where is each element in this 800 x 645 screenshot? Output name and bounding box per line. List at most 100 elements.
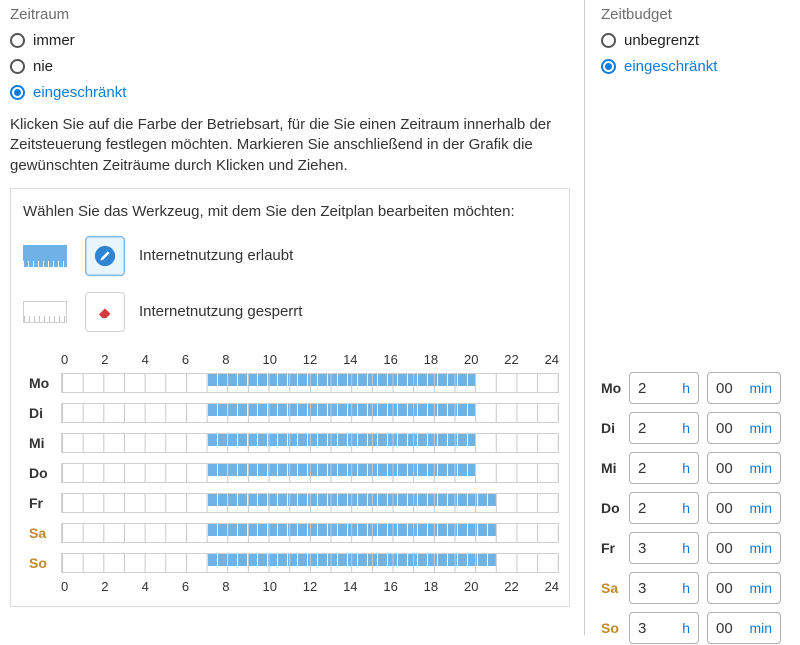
pencil-icon <box>94 245 116 267</box>
budget-mins-So[interactable]: 00min <box>707 612 781 644</box>
axis-tick: 8 <box>222 352 262 367</box>
schedule-bar-Di[interactable] <box>61 403 559 423</box>
budget-row-Sa: Sa3h00min <box>601 571 790 605</box>
axis-tick: 20 <box>464 579 504 594</box>
eraser-icon <box>94 301 116 323</box>
axis-tick: 0 <box>61 352 101 367</box>
budget-mins-value: 00 <box>716 540 749 557</box>
zeitraum-section: Zeitraum immer nie eingeschränkt Klicken… <box>0 0 585 635</box>
schedule-bar-So[interactable] <box>61 553 559 573</box>
axis-tick: 14 <box>343 352 383 367</box>
schedule-row-Mi: Mi <box>29 431 559 455</box>
budget-hours-unit: h <box>682 540 690 556</box>
schedule-day-label: So <box>29 555 61 571</box>
schedule-day-label: Do <box>29 465 61 481</box>
budget-row-Do: Do2h00min <box>601 491 790 525</box>
radio-zeitraum-immer[interactable]: immer <box>10 27 570 53</box>
budget-day-label: Do <box>601 500 629 516</box>
axis-tick: 8 <box>222 579 262 594</box>
schedule-editor-intro: Wählen Sie das Werkzeug, mit dem Sie den… <box>23 203 559 220</box>
schedule-bar-Do[interactable] <box>61 463 559 483</box>
budget-mins-unit: min <box>749 420 772 436</box>
budget-mins-Fr[interactable]: 00min <box>707 532 781 564</box>
budget-hours-Di[interactable]: 2h <box>629 412 699 444</box>
schedule-row-Mo: Mo <box>29 371 559 395</box>
radio-icon <box>601 59 616 74</box>
radio-label: eingeschränkt <box>33 84 126 101</box>
budget-hours-Mo[interactable]: 2h <box>629 372 699 404</box>
axis-tick: 14 <box>343 579 383 594</box>
radio-label: eingeschränkt <box>624 58 717 75</box>
budget-hours-Do[interactable]: 2h <box>629 492 699 524</box>
budget-mins-Mi[interactable]: 00min <box>707 452 781 484</box>
axis-tick: 22 <box>504 579 544 594</box>
budget-row-So: So3h00min <box>601 611 790 645</box>
schedule-day-label: Mo <box>29 375 61 391</box>
schedule-fill <box>207 524 496 542</box>
budget-row-Fr: Fr3h00min <box>601 531 790 565</box>
schedule-row-Di: Di <box>29 401 559 425</box>
schedule-grid-body: Mo Di Mi Do Fr Sa So <box>29 371 559 575</box>
budget-day-label: Fr <box>601 540 629 556</box>
budget-hours-value: 3 <box>638 620 682 637</box>
axis-tick: 16 <box>383 352 423 367</box>
schedule-bar-Mi[interactable] <box>61 433 559 453</box>
budget-mins-value: 00 <box>716 460 749 477</box>
radio-zeitraum-eingeschraenkt[interactable]: eingeschränkt <box>10 79 570 105</box>
axis-tick: 18 <box>424 352 464 367</box>
budget-hours-Fr[interactable]: 3h <box>629 532 699 564</box>
budget-row-Di: Di2h00min <box>601 411 790 445</box>
radio-icon <box>10 85 25 100</box>
tool-row-allow: Internetnutzung erlaubt <box>23 236 559 276</box>
schedule-bar-Sa[interactable] <box>61 523 559 543</box>
radio-label: immer <box>33 32 75 49</box>
budget-mins-unit: min <box>749 540 772 556</box>
budget-hours-unit: h <box>682 460 690 476</box>
tool-eraser-button[interactable] <box>85 292 125 332</box>
schedule-fill <box>207 554 496 572</box>
budget-mins-Do[interactable]: 00min <box>707 492 781 524</box>
schedule-grid: 024681012141618202224 MoDiMiDoFrSaSo 024… <box>23 352 559 594</box>
axis-tick: 24 <box>545 579 559 594</box>
axis-tick: 2 <box>101 352 141 367</box>
budget-hours-value: 2 <box>638 420 682 437</box>
schedule-axis-bottom: 024681012141618202224 <box>29 579 559 594</box>
budget-hours-value: 3 <box>638 580 682 597</box>
budget-hours-Sa[interactable]: 3h <box>629 572 699 604</box>
budget-mins-value: 00 <box>716 580 749 597</box>
radio-zeitbudget-eingeschraenkt[interactable]: eingeschränkt <box>601 53 790 79</box>
radio-zeitraum-nie[interactable]: nie <box>10 53 570 79</box>
budget-mins-Sa[interactable]: 00min <box>707 572 781 604</box>
zeitraum-title: Zeitraum <box>10 6 570 23</box>
budget-mins-Di[interactable]: 00min <box>707 412 781 444</box>
budget-hours-unit: h <box>682 420 690 436</box>
schedule-bar-Mo[interactable] <box>61 373 559 393</box>
budget-hours-So[interactable]: 3h <box>629 612 699 644</box>
axis-tick: 24 <box>545 352 559 367</box>
budget-mins-Mo[interactable]: 00min <box>707 372 781 404</box>
schedule-row-Sa: Sa <box>29 521 559 545</box>
axis-tick: 10 <box>262 579 302 594</box>
radio-icon <box>10 59 25 74</box>
tool-allow-label: Internetnutzung erlaubt <box>139 247 293 264</box>
budget-mins-unit: min <box>749 380 772 396</box>
tool-pencil-button[interactable] <box>85 236 125 276</box>
schedule-row-Fr: Fr <box>29 491 559 515</box>
budget-mins-unit: min <box>749 620 772 636</box>
zeitbudget-title: Zeitbudget <box>601 6 790 23</box>
axis-tick: 10 <box>262 352 302 367</box>
schedule-fill <box>207 404 476 422</box>
budget-hours-value: 2 <box>638 380 682 397</box>
axis-tick: 12 <box>303 352 343 367</box>
tool-row-block: Internetnutzung gesperrt <box>23 292 559 332</box>
radio-zeitbudget-unbegrenzt[interactable]: unbegrenzt <box>601 27 790 53</box>
budget-mins-unit: min <box>749 500 772 516</box>
budget-hours-Mi[interactable]: 2h <box>629 452 699 484</box>
budget-mins-unit: min <box>749 460 772 476</box>
axis-tick: 6 <box>182 352 222 367</box>
budget-mins-unit: min <box>749 580 772 596</box>
radio-icon <box>601 33 616 48</box>
schedule-fill <box>207 464 476 482</box>
schedule-bar-Fr[interactable] <box>61 493 559 513</box>
zeitbudget-section: Zeitbudget unbegrenzt eingeschränkt Mo2h… <box>585 0 800 635</box>
